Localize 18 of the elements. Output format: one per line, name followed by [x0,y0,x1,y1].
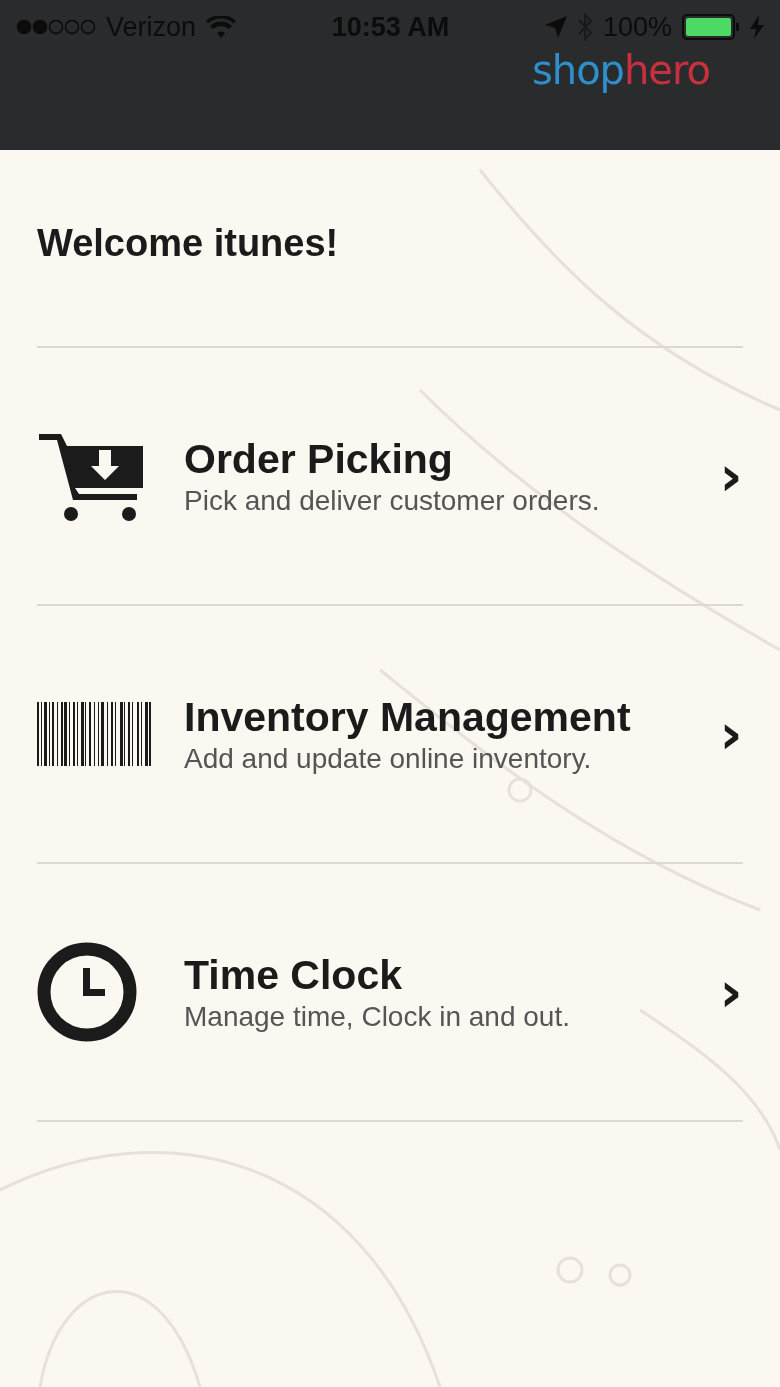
shophero-logo: shophero [531,48,710,92]
location-icon [544,16,567,38]
chevron-icon[interactable]: › [719,964,743,1020]
welcome-heading: Welcome itunes! [37,222,340,266]
signal-icon [16,19,96,35]
menu-item-title[interactable]: Order Picking [184,435,719,483]
clock-icon [37,942,137,1042]
charging-icon [750,15,764,39]
barcode-icon [37,702,154,766]
battery-icon [682,14,740,40]
menu-item-subtitle: Pick and deliver customer orders. [184,484,601,517]
menu-item-subtitle: Add and update online inventory. [184,742,593,775]
menu-item-subtitle: Manage time, Clock in and out. [184,1000,571,1033]
chevron-icon[interactable]: › [719,706,743,762]
menu-item-title[interactable]: Time Clock [184,951,719,999]
menu-item-title[interactable]: Inventory Management [184,693,719,741]
chevron-icon[interactable]: › [719,448,743,504]
wifi-icon [206,16,237,38]
